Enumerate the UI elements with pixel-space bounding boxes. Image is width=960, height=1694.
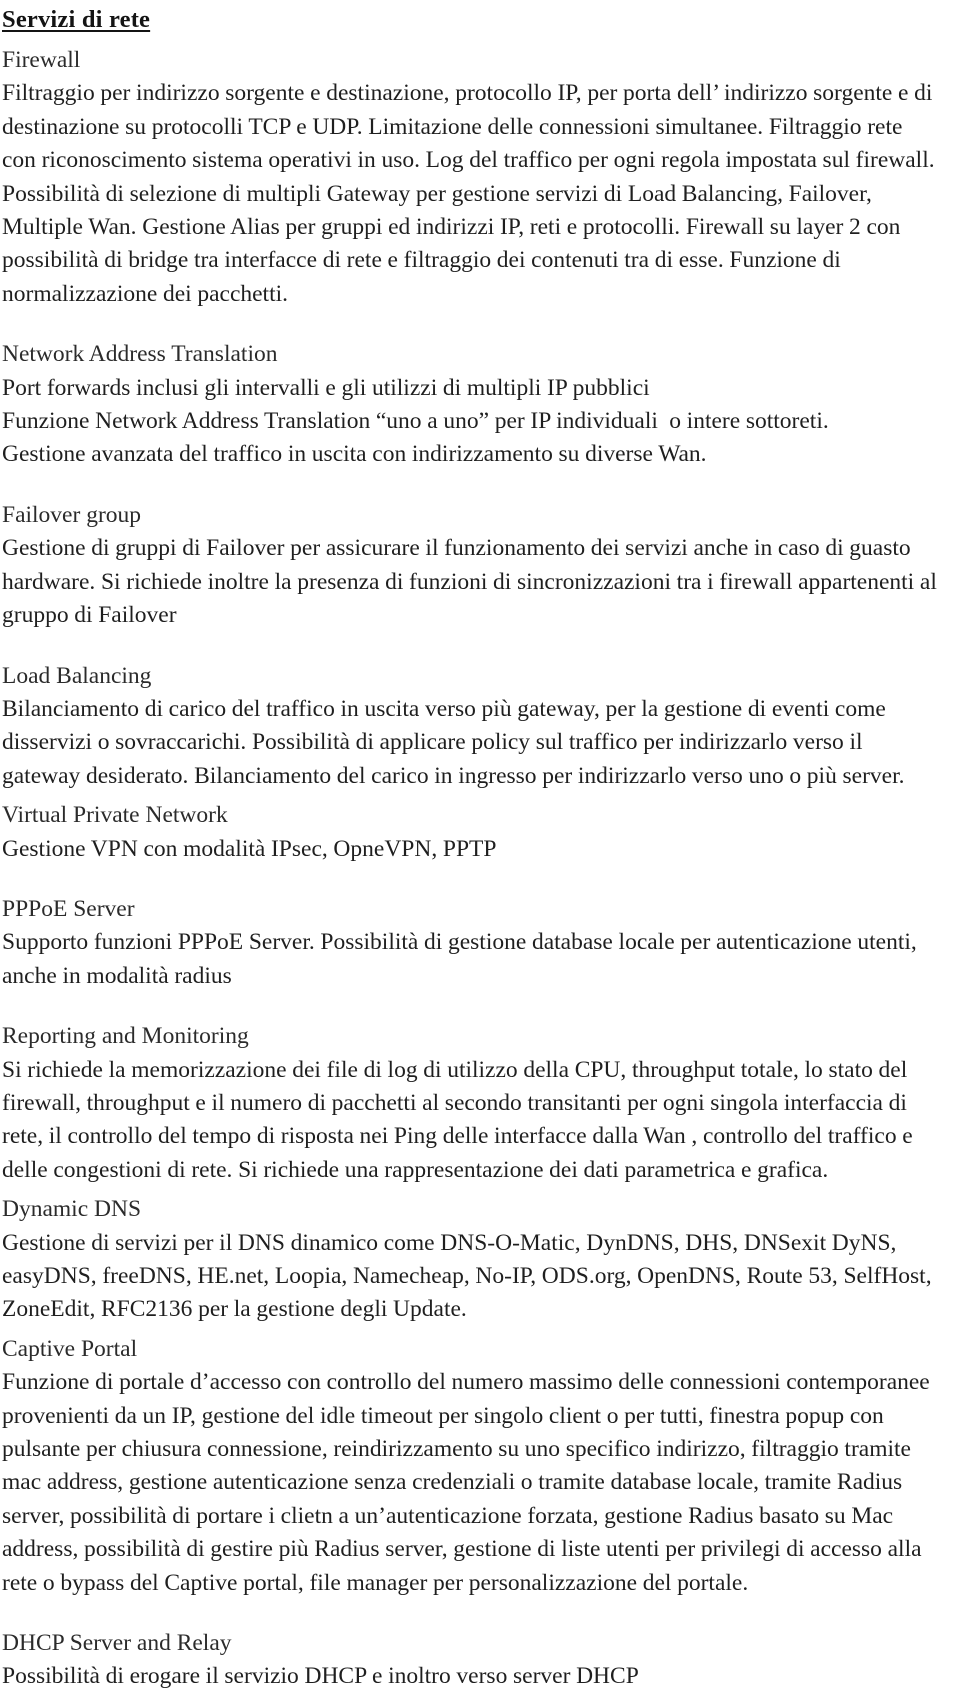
section-failover-group: Failover group Gestione di gruppi di Fai… [2, 499, 960, 633]
text-line: destinazione su protocolli TCP e UDP. Li… [2, 113, 903, 140]
section-heading-load-balancing: Load Balancing [2, 662, 152, 689]
section-heading-pppoe-server: PPPoE Server [2, 895, 135, 922]
section-body-dynamic-dns: Gestione di servizi per il DNS dinamico … [2, 1227, 960, 1327]
section-body-virtual-private-network: Gestione VPN con modalità IPsec, OpneVPN… [2, 833, 960, 866]
text-line: pulsante per chiusura connessione, reind… [2, 1436, 911, 1463]
page-title: Servizi di rete [2, 6, 151, 33]
text-line: mac address, gestione autenticazione sen… [2, 1469, 903, 1496]
section-body-load-balancing: Bilanciamento di carico del traffico in … [2, 693, 960, 793]
section-body-reporting-and-monitoring: Si richiede la memorizzazione dei file d… [2, 1054, 960, 1188]
section-body-network-address-translation: Port forwards inclusi gli intervalli e g… [2, 372, 960, 472]
text-line: anche in modalità radius [2, 962, 232, 989]
section-heading-failover-group: Failover group [2, 501, 142, 528]
text-line: Si richiede la memorizzazione dei file d… [2, 1056, 908, 1083]
text-line: delle congestioni di rete. Si richiede u… [2, 1156, 829, 1183]
section-heading-firewall: Firewall [2, 47, 81, 73]
text-line: Filtraggio per indirizzo sorgente e dest… [2, 80, 933, 107]
section-heading-reporting-and-monitoring: Reporting and Monitoring [2, 1023, 249, 1050]
section-body-captive-portal: Funzione di portale d’accesso con contro… [2, 1366, 960, 1600]
section-network-address-translation: Network Address Translation Port forward… [2, 338, 960, 472]
section-body-pppoe-server: Supporto funzioni PPPoE Server. Possibil… [2, 926, 960, 993]
text-line: address, possibilità di gestire più Radi… [2, 1536, 922, 1563]
text-line: rete, il controllo del tempo di risposta… [2, 1123, 913, 1150]
section-heading-dynamic-dns: Dynamic DNS [2, 1196, 142, 1223]
text-line: Supporto funzioni PPPoE Server. Possibil… [2, 929, 917, 956]
text-line: Funzione di portale d’accesso con contro… [2, 1369, 930, 1396]
text-line: Gestione avanzata del traffico in uscita… [2, 441, 707, 468]
section-pppoe-server: PPPoE Server Supporto funzioni PPPoE Ser… [2, 893, 960, 993]
section-heading-dhcp-server-and-relay: DHCP Server and Relay [2, 1630, 232, 1657]
document-page: Servizi di rete Firewall Filtraggio per … [0, 0, 960, 1689]
section-heading-captive-portal: Captive Portal [2, 1335, 138, 1362]
text-line: Port forwards inclusi gli intervalli e g… [2, 374, 650, 401]
section-body-dhcp-server-and-relay: Possibilità di erogare il servizio DHCP … [2, 1660, 960, 1693]
document-body: Servizi di rete Firewall Filtraggio per … [2, 4, 960, 1694]
section-virtual-private-network: Virtual Private Network Gestione VPN con… [2, 799, 960, 866]
section-captive-portal: Captive Portal Funzione di portale d’acc… [2, 1333, 960, 1600]
text-line: disservizi o sovraccarichi. Possibilità … [2, 729, 863, 756]
text-line: easyDNS, freeDNS, HE.net, Loopia, Namech… [2, 1263, 932, 1289]
text-line: Gestione di servizi per il DNS dinamico … [2, 1229, 897, 1256]
text-line: firewall, throughput e il numero di pacc… [2, 1089, 907, 1116]
section-body-firewall: Filtraggio per indirizzo sorgente e dest… [2, 77, 960, 311]
section-load-balancing: Load Balancing Bilanciamento di carico d… [2, 660, 960, 794]
text-line: hardware. Si richiede inoltre la presenz… [2, 568, 937, 595]
section-heading-network-address-translation: Network Address Translation [2, 341, 278, 368]
text-line: Funzione Network Address Translation “un… [2, 408, 829, 435]
section-body-failover-group: Gestione di gruppi di Failover per assic… [2, 532, 960, 632]
text-line: con riconoscimento sistema operativi in … [2, 147, 935, 174]
text-line: Bilanciamento di carico del traffico in … [2, 695, 886, 722]
text-line: gateway desiderato. Bilanciamento del ca… [2, 762, 905, 789]
text-line: Gestione di gruppi di Failover per assic… [2, 535, 911, 562]
section-firewall: Firewall Filtraggio per indirizzo sorgen… [2, 44, 960, 311]
text-line: gruppo di Failover [2, 602, 177, 629]
text-line: Possibilità di selezione di multipli Gat… [2, 180, 872, 207]
text-line: rete o bypass del Captive portal, file m… [2, 1569, 749, 1596]
section-reporting-and-monitoring: Reporting and Monitoring Si richiede la … [2, 1020, 960, 1187]
section-heading-virtual-private-network: Virtual Private Network [2, 802, 228, 829]
section-dhcp-server-and-relay: DHCP Server and Relay Possibilità di ero… [2, 1627, 960, 1694]
text-line: Multiple Wan. Gestione Alias per gruppi … [2, 214, 901, 241]
text-line: possibilità di bridge tra interfacce di … [2, 247, 841, 274]
text-line: Gestione VPN con modalità IPsec, OpneVPN… [2, 835, 497, 862]
section-dynamic-dns: Dynamic DNS Gestione di servizi per il D… [2, 1193, 960, 1327]
text-line: normalizzazione dei pacchetti. [2, 280, 289, 307]
text-line: Possibilità di erogare il servizio DHCP … [2, 1663, 639, 1690]
text-line: server, possibilità di portare i clietn … [2, 1502, 894, 1529]
text-line: ZoneEdit, RFC2136 per la gestione degli … [2, 1296, 467, 1323]
text-line: provenienti da un IP, gestione del idle … [2, 1402, 884, 1429]
